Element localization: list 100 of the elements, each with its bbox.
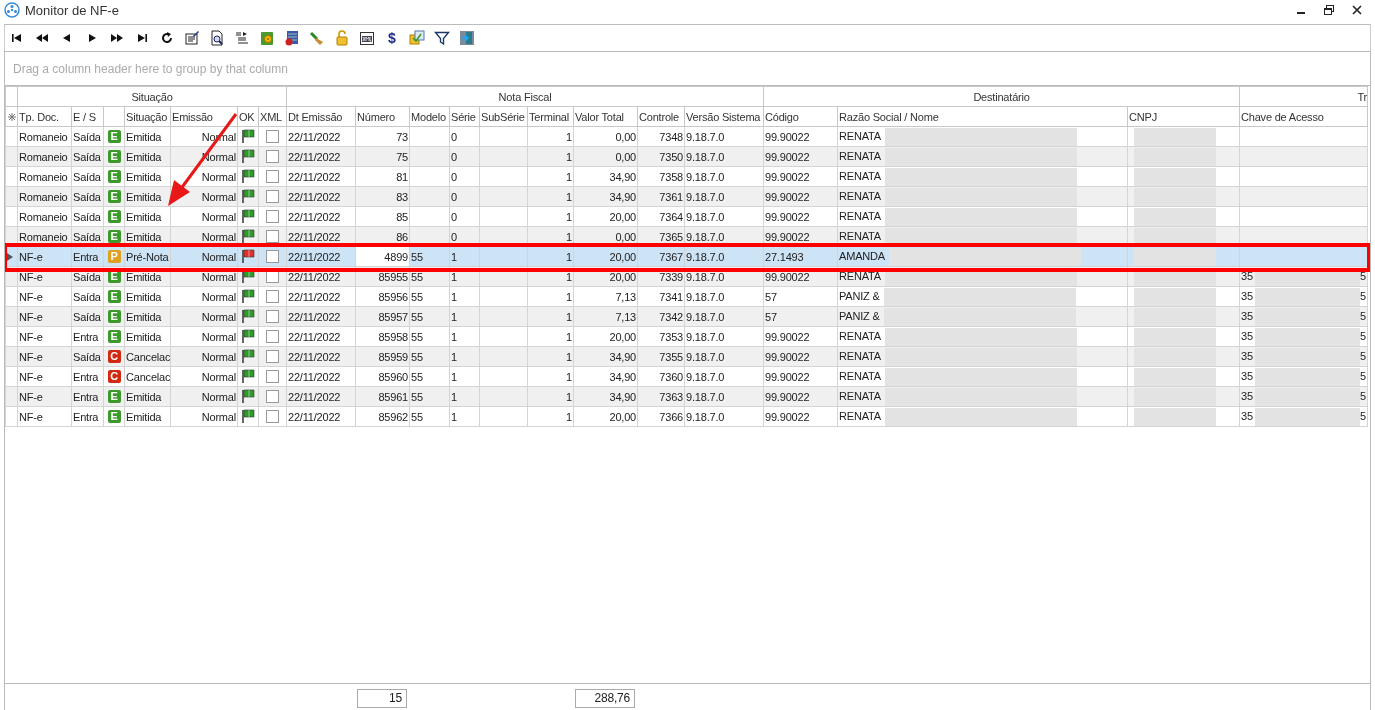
table-cell: 55	[411, 410, 423, 423]
table-cell: 99.90022	[765, 170, 810, 183]
table-cell: 73	[396, 130, 409, 143]
table-cell: 75	[396, 150, 409, 163]
table-cell: Emitida	[126, 130, 162, 143]
table-cell: 1	[566, 150, 573, 163]
table-cell: 1	[451, 410, 457, 423]
checkbox[interactable]	[266, 150, 279, 164]
table-cell: 35	[1241, 349, 1253, 362]
checkbox[interactable]	[266, 330, 279, 344]
table-cell: Normal	[201, 310, 236, 323]
table-cell: NF-e	[19, 330, 43, 343]
table-cell: 1	[451, 390, 457, 403]
stacked-documents-icon[interactable]	[409, 30, 425, 46]
checkbox[interactable]	[266, 130, 279, 144]
checkbox[interactable]	[266, 410, 279, 424]
table-cell: 22/11/2022	[288, 310, 341, 323]
table-cell: 1	[566, 310, 573, 323]
checkbox[interactable]	[266, 390, 279, 404]
table-cell: Entra	[73, 410, 99, 423]
table-cell: RENATA	[839, 209, 881, 222]
checkbox[interactable]	[266, 230, 279, 244]
band-header: Nota Fiscal	[498, 90, 552, 103]
column-header[interactable]: CNPJ	[1129, 110, 1157, 123]
table-cell: Emitida	[126, 170, 162, 183]
table-cell: 22/11/2022	[288, 410, 341, 423]
table-cell: Entra	[73, 250, 99, 263]
table-cell: NF-e	[19, 370, 43, 383]
table-cell: 7367	[659, 250, 684, 263]
checkbox[interactable]	[266, 210, 279, 224]
table-cell: 9.18.7.0	[686, 230, 725, 243]
table-cell: Saída	[73, 230, 101, 243]
table-cell: 99.90022	[765, 350, 810, 363]
brush-icon[interactable]	[309, 30, 325, 46]
checkbox[interactable]	[266, 190, 279, 204]
text-export-icon[interactable]	[234, 30, 250, 46]
checkbox[interactable]	[266, 290, 279, 304]
table-cell: 35	[1241, 409, 1253, 422]
table-cell: 83	[396, 190, 409, 203]
table-cell: 22/11/2022	[288, 190, 341, 203]
table-cell: 7341	[659, 290, 684, 303]
filter-icon[interactable]	[434, 30, 450, 46]
refresh-icon[interactable]	[159, 30, 175, 46]
table-cell: Normal	[201, 330, 236, 343]
xml-file-icon[interactable]	[359, 30, 375, 46]
exit-door-icon[interactable]	[459, 30, 475, 46]
band-header: Tr	[1357, 90, 1367, 103]
checkbox[interactable]	[266, 250, 279, 264]
status-badge: P	[107, 250, 121, 264]
table-cell: 9.18.7.0	[686, 290, 725, 303]
table-cell: 7353	[659, 330, 684, 343]
table-cell: 9.18.7.0	[686, 130, 725, 143]
band-header: Destinatário	[973, 90, 1030, 103]
table-cell: 1	[566, 190, 573, 203]
table-cell: 35	[1241, 329, 1253, 342]
table-cell: 20,00	[609, 270, 637, 283]
database-icon[interactable]	[284, 30, 300, 46]
table-cell: 1	[451, 250, 457, 263]
table-cell: 5	[1359, 409, 1366, 422]
table-cell: 99.90022	[765, 210, 810, 223]
checkbox[interactable]	[266, 370, 279, 384]
table-cell: 22/11/2022	[288, 290, 341, 303]
table-cell: 22/11/2022	[288, 350, 341, 363]
padlock-icon[interactable]	[334, 30, 350, 46]
table-cell: RENATA	[839, 149, 881, 162]
checkbox[interactable]	[266, 350, 279, 364]
status-badge: E	[107, 290, 121, 304]
table-cell: 0	[451, 230, 457, 243]
table-cell: Saída	[73, 130, 101, 143]
table-cell: RENATA	[839, 189, 881, 202]
document-edit-icon[interactable]	[184, 30, 200, 46]
currency-button[interactable]: $	[384, 30, 400, 46]
table-cell: 9.18.7.0	[686, 250, 725, 263]
table-cell: Saída	[73, 290, 101, 303]
asterisk-icon	[7, 112, 16, 121]
table-cell: 9.18.7.0	[686, 210, 725, 223]
table-cell: 57	[765, 310, 777, 323]
table-cell: 7363	[659, 390, 684, 403]
status-badge: E	[107, 130, 121, 144]
table-cell: 1	[566, 350, 573, 363]
table-cell: Romaneio	[19, 210, 68, 223]
table-cell: 9.18.7.0	[686, 330, 725, 343]
count-summary: 15	[357, 688, 407, 708]
table-cell: Cancelac	[126, 370, 170, 383]
close-icon[interactable]	[1351, 4, 1363, 16]
table-cell: Emitida	[126, 390, 162, 403]
table-cell: 22/11/2022	[288, 270, 341, 283]
checkbox[interactable]	[266, 170, 279, 184]
print-preview-icon[interactable]	[209, 30, 225, 46]
checkbox[interactable]	[266, 310, 279, 324]
table-cell: Emitida	[126, 310, 162, 323]
table-cell: 0	[451, 190, 457, 203]
table-cell: 99.90022	[765, 270, 810, 283]
row-pointer-icon	[7, 252, 13, 261]
table-cell: RENATA	[839, 129, 881, 142]
restore-icon[interactable]	[1323, 4, 1335, 16]
table-cell: Emitida	[126, 270, 162, 283]
table-cell: 34,90	[609, 190, 637, 203]
status-badge: E	[107, 390, 121, 404]
table-cell: NF-e	[19, 310, 43, 323]
